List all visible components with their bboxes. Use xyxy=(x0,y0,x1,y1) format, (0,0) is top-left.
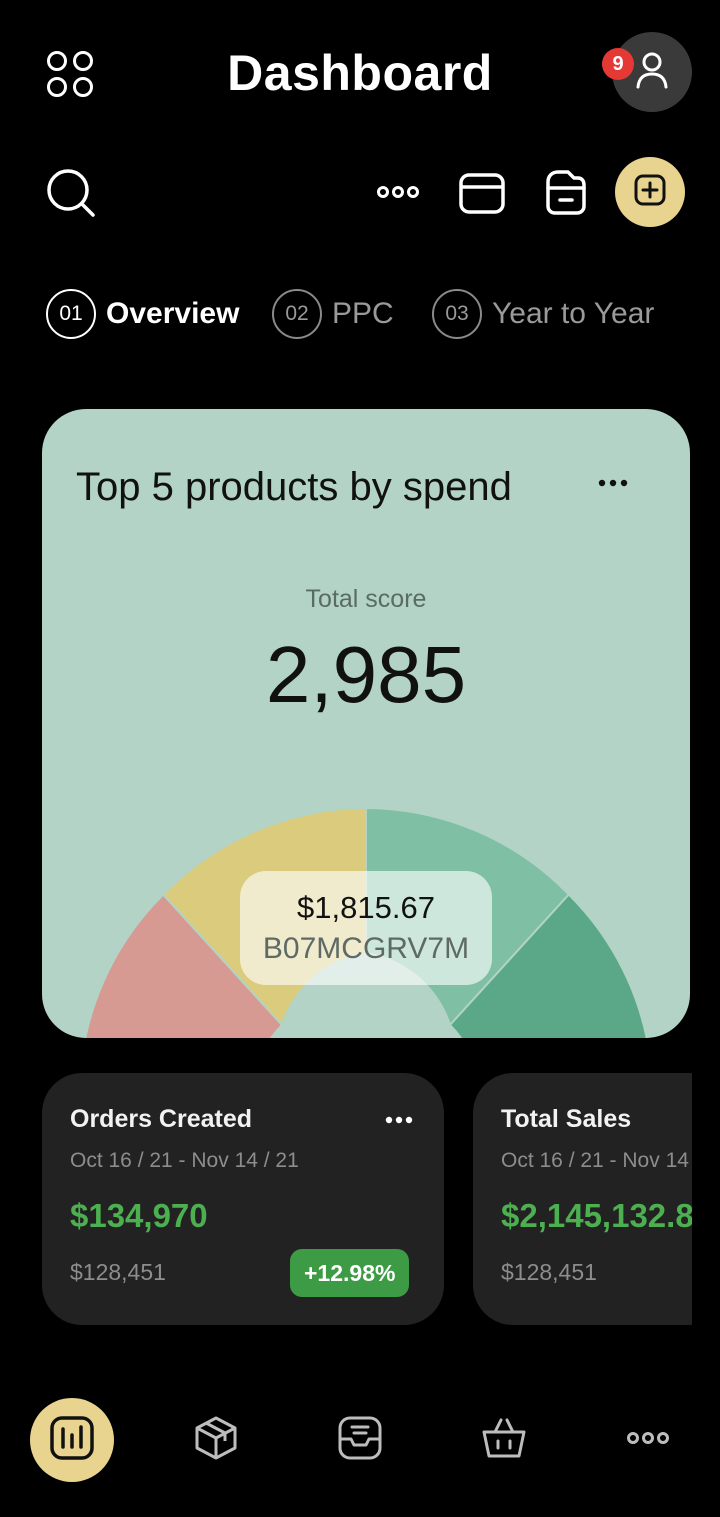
user-icon xyxy=(635,51,669,94)
more-horizontal-icon[interactable] xyxy=(384,1113,414,1127)
nav-inbox[interactable] xyxy=(318,1398,402,1482)
tab-label: Year to Year xyxy=(492,297,655,330)
card-title: Top 5 products by spend xyxy=(76,465,512,509)
nav-more[interactable] xyxy=(606,1398,690,1482)
tooltip-sku: B07MCGRV7M xyxy=(262,932,470,965)
folder-icon[interactable] xyxy=(540,166,592,218)
plus-square-icon xyxy=(633,173,667,212)
score-label: Total score xyxy=(305,585,427,613)
stat-dates: Oct 16 / 21 - Nov 14 / 21 xyxy=(70,1149,299,1172)
box-icon xyxy=(193,1415,239,1466)
tooltip-value: $1,815.67 xyxy=(297,890,435,925)
add-button[interactable] xyxy=(615,157,685,227)
nav-orders[interactable] xyxy=(462,1398,546,1482)
stat-change-badge: +12.98% xyxy=(290,1249,410,1297)
tab-label: Overview xyxy=(106,297,240,330)
orders-created-card[interactable]: Orders Created Oct 16 / 21 - Nov 14 / 21… xyxy=(42,1073,444,1325)
chart-tooltip: $1,815.67 B07MCGRV7M xyxy=(240,871,492,985)
stat-dates: Oct 16 / 21 - Nov 14 / 21 xyxy=(501,1149,692,1172)
calendar-icon[interactable] xyxy=(456,166,508,218)
tab-number: 02 xyxy=(272,289,322,339)
tab-number: 01 xyxy=(46,289,96,339)
stat-title: Total Sales xyxy=(501,1105,632,1133)
score-value: 2,985 xyxy=(265,630,467,719)
stat-previous-value: $128,451 xyxy=(501,1259,597,1285)
tab-number: 03 xyxy=(432,289,482,339)
stat-title: Orders Created xyxy=(70,1105,253,1133)
notification-badge: 9 xyxy=(602,48,634,80)
tab-year-to-year[interactable]: 03 Year to Year xyxy=(432,288,654,340)
nav-dashboard[interactable] xyxy=(30,1398,114,1482)
total-sales-card[interactable]: Total Sales Oct 16 / 21 - Nov 14 / 21 $2… xyxy=(473,1073,692,1325)
bar-chart-icon xyxy=(49,1415,95,1466)
nav-products[interactable] xyxy=(174,1398,258,1482)
top-products-card: Top 5 products by spend Total score 2,98… xyxy=(42,409,690,1038)
tab-ppc[interactable]: 02 PPC xyxy=(272,288,394,340)
basket-icon xyxy=(481,1415,527,1466)
more-horizontal-icon[interactable] xyxy=(372,170,424,214)
more-horizontal-icon[interactable] xyxy=(590,473,636,493)
stat-value: $2,145,132.80 xyxy=(501,1197,692,1234)
stat-value: $134,970 xyxy=(70,1197,208,1234)
tab-overview[interactable]: 01 Overview xyxy=(46,288,239,340)
stat-previous-value: $128,451 xyxy=(70,1259,166,1285)
search-icon[interactable] xyxy=(44,166,98,220)
inbox-icon xyxy=(337,1415,383,1466)
tab-label: PPC xyxy=(332,297,394,330)
more-horizontal-icon xyxy=(626,1431,670,1450)
